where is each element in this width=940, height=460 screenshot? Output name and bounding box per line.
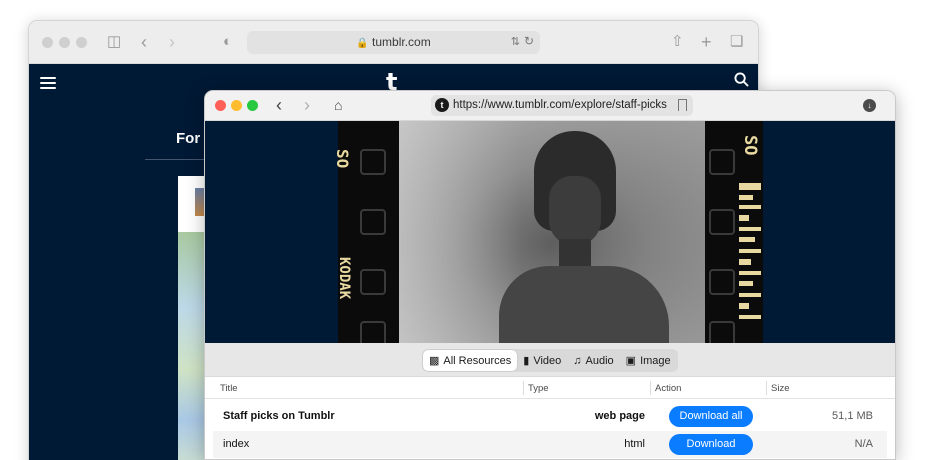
table-header: Title Type Action Size bbox=[205, 377, 895, 399]
tab-label: Audio bbox=[585, 354, 614, 367]
column-header-type[interactable]: Type bbox=[528, 383, 549, 394]
bookmark-icon[interactable] bbox=[678, 99, 687, 111]
address-bar[interactable]: t https://www.tumblr.com/explore/staff-p… bbox=[431, 95, 693, 116]
back-arrow-icon[interactable]: ‹ bbox=[141, 33, 147, 51]
download-button[interactable]: Download bbox=[669, 434, 753, 455]
search-icon[interactable] bbox=[734, 72, 749, 87]
resource-size: N/A bbox=[854, 438, 873, 450]
film-brand-kodak: KODAK bbox=[336, 257, 352, 300]
address-bar[interactable]: 🔒 tumblr.com ⇅ ↻ bbox=[247, 31, 540, 54]
lock-icon: 🔒 bbox=[356, 38, 369, 49]
sidebar-icon[interactable]: ◫ bbox=[107, 33, 121, 51]
downloader-window: ‹ › ⌂ t https://www.tumblr.com/explore/s… bbox=[204, 90, 896, 460]
tab-label: Video bbox=[533, 354, 562, 367]
film-barcode bbox=[739, 183, 761, 319]
address-url: https://www.tumblr.com/explore/staff-pic… bbox=[453, 99, 667, 111]
tab-label: All Resources bbox=[443, 354, 512, 367]
front-toolbar: ‹ › ⌂ t https://www.tumblr.com/explore/s… bbox=[205, 91, 895, 121]
zoom-button[interactable] bbox=[247, 100, 258, 111]
tab-all-resources[interactable]: ▩ All Resources bbox=[423, 350, 518, 371]
forward-arrow-icon[interactable]: › bbox=[304, 96, 310, 114]
table-row[interactable]: index html Download N/A bbox=[213, 431, 887, 458]
resource-title: index bbox=[223, 438, 250, 450]
close-button-inactive[interactable] bbox=[42, 37, 53, 48]
desktop: ◫ ‹ › ◐ 🔒 tumblr.com ⇅ ↻ ⇧ + ❏ t For Y ‹… bbox=[0, 0, 940, 460]
address-url: tumblr.com bbox=[372, 35, 431, 49]
resource-filter-segmented-control: ▩ All Resources ▮ Video ♫ Audio ▣ Image bbox=[422, 349, 678, 372]
column-header-size[interactable]: Size bbox=[771, 383, 789, 394]
tab-image[interactable]: ▣ Image bbox=[620, 350, 677, 371]
close-button[interactable] bbox=[215, 100, 226, 111]
download-icon[interactable]: ↓ bbox=[863, 99, 876, 112]
tab-label: Image bbox=[640, 354, 671, 367]
home-icon[interactable]: ⌂ bbox=[334, 96, 342, 114]
resources-table: Title Type Action Size Staff picks on Tu… bbox=[205, 377, 895, 459]
photo-icon: ▣ bbox=[625, 355, 637, 367]
background-toolbar: ◫ ‹ › ◐ 🔒 tumblr.com ⇅ ↻ ⇧ + ❏ bbox=[29, 21, 758, 64]
column-header-action[interactable]: Action bbox=[655, 383, 681, 394]
back-arrow-icon[interactable]: ‹ bbox=[276, 96, 282, 114]
tab-audio[interactable]: ♫ Audio bbox=[567, 350, 619, 371]
resource-title: Staff picks on Tumblr bbox=[223, 410, 335, 422]
share-icon[interactable]: ⇧ bbox=[671, 33, 684, 51]
video-camera-icon: ▮ bbox=[523, 355, 530, 367]
download-all-button[interactable]: Download all bbox=[669, 406, 753, 427]
menu-icon[interactable] bbox=[40, 77, 56, 92]
forward-arrow-icon[interactable]: › bbox=[169, 33, 175, 51]
column-header-title[interactable]: Title bbox=[220, 383, 238, 394]
resource-type: html bbox=[624, 438, 645, 450]
tumblr-favicon: t bbox=[435, 98, 449, 112]
minimize-button[interactable] bbox=[231, 100, 242, 111]
media-preview: SO KODAK SO bbox=[205, 121, 895, 347]
music-note-icon: ♫ bbox=[573, 354, 582, 367]
film-edge-code-left: SO bbox=[333, 149, 352, 169]
film-strip-right: SO bbox=[705, 121, 763, 347]
film-edge-code-right: SO bbox=[740, 135, 760, 156]
new-tab-icon[interactable]: + bbox=[701, 33, 712, 51]
table-row[interactable]: Staff picks on Tumblr web page Download … bbox=[213, 403, 887, 430]
translate-icon[interactable]: ⇅ bbox=[511, 35, 520, 48]
reload-icon[interactable]: ↻ bbox=[524, 34, 534, 48]
zoom-button-inactive[interactable] bbox=[76, 37, 87, 48]
tab-overview-icon[interactable]: ❏ bbox=[730, 33, 743, 51]
privacy-shield-icon[interactable]: ◐ bbox=[223, 33, 232, 51]
filter-bar: ▩ All Resources ▮ Video ♫ Audio ▣ Image bbox=[205, 343, 895, 377]
resource-size: 51,1 MB bbox=[832, 410, 873, 422]
film-strip-left: SO KODAK bbox=[333, 121, 399, 347]
image-stack-icon: ▩ bbox=[429, 355, 440, 367]
resource-type: web page bbox=[594, 410, 645, 422]
portrait-photo bbox=[399, 121, 705, 343]
minimize-button-inactive[interactable] bbox=[59, 37, 70, 48]
tab-video[interactable]: ▮ Video bbox=[517, 350, 567, 371]
